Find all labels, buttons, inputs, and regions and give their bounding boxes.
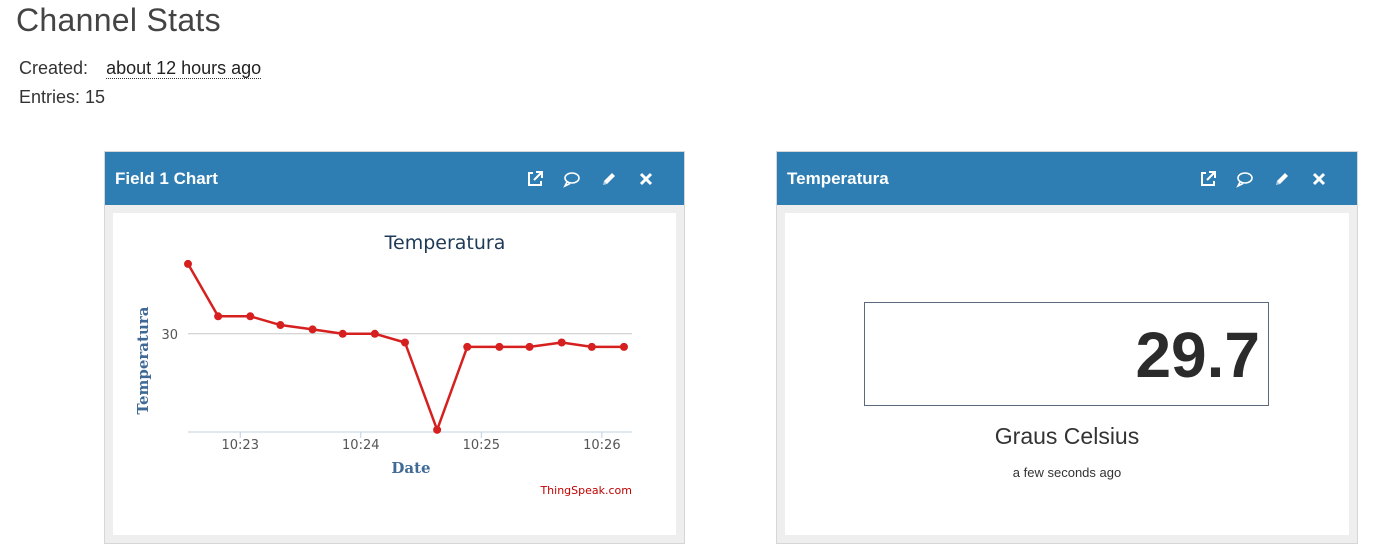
entries-count: Entries: 15 — [19, 87, 106, 107]
data-point — [246, 312, 255, 321]
widget-toolbar — [516, 167, 664, 191]
data-point — [557, 338, 566, 347]
comment-icon[interactable] — [553, 167, 590, 191]
pencil-icon[interactable] — [590, 167, 627, 191]
pencil-icon[interactable] — [1263, 167, 1300, 191]
data-point — [525, 342, 534, 351]
widget-title: Field 1 Chart — [115, 168, 218, 188]
chart-credit: ThingSpeak.com — [539, 484, 632, 497]
close-icon[interactable] — [1300, 167, 1337, 191]
widget-header: Temperatura — [777, 152, 1357, 205]
page-title: Channel Stats — [16, 2, 221, 38]
created-row: Created: about 12 hours ago — [19, 56, 262, 85]
y-tick-label: 30 — [161, 328, 178, 343]
created-value[interactable]: about 12 hours ago — [106, 58, 262, 79]
chart-body: Temperatura 30 10:23 10:24 10:25 10:26 Date Tem… — [113, 213, 676, 535]
field-chart-widget: Field 1 Chart Temperatura 30 10:23 10:24 10:… — [104, 151, 685, 544]
widget-toolbar — [1189, 167, 1337, 191]
data-point — [619, 342, 628, 351]
temperature-widget: Temperatura 29.7 Graus Celsius a few sec… — [776, 151, 1358, 544]
numeric-display-body: 29.7 Graus Celsius a few seconds ago — [785, 213, 1349, 535]
entries-row: Entries: 15 — [19, 85, 261, 114]
data-point — [587, 342, 596, 351]
external-link-icon[interactable] — [1189, 167, 1226, 191]
widget-title: Temperatura — [787, 168, 889, 188]
data-point — [400, 338, 409, 347]
data-point — [433, 425, 442, 434]
x-tick-label: 10:25 — [463, 438, 500, 453]
data-point — [308, 325, 317, 334]
y-axis-title: Temperatura — [134, 306, 152, 414]
units-label: Graus Celsius — [994, 423, 1140, 449]
comment-icon[interactable] — [1226, 167, 1263, 191]
data-point — [495, 342, 504, 351]
data-point — [184, 259, 192, 268]
series-line — [186, 263, 624, 432]
value-display: 29.7 — [864, 302, 1269, 406]
x-axis-title: Date — [391, 459, 430, 477]
line-chart: Temperatura 30 10:23 10:24 10:25 10:26 Date Tem… — [134, 232, 632, 497]
widget-header: Field 1 Chart — [105, 152, 684, 205]
close-icon[interactable] — [627, 167, 664, 191]
data-point — [463, 342, 472, 351]
current-value: 29.7 — [1135, 319, 1260, 391]
last-updated: a few seconds ago — [1012, 465, 1122, 480]
external-link-icon[interactable] — [516, 167, 553, 191]
channel-stats: Created: about 12 hours ago Entries: 15 — [19, 56, 262, 114]
created-label: Created: — [19, 58, 89, 78]
x-tick-label: 10:26 — [583, 438, 620, 453]
data-point — [370, 329, 379, 338]
x-tick-label: 10:23 — [222, 438, 259, 453]
data-point — [276, 321, 285, 330]
x-tick-label: 10:24 — [342, 438, 379, 453]
data-point — [338, 329, 347, 338]
chart-title: Temperatura — [384, 232, 506, 254]
data-point — [214, 312, 223, 321]
